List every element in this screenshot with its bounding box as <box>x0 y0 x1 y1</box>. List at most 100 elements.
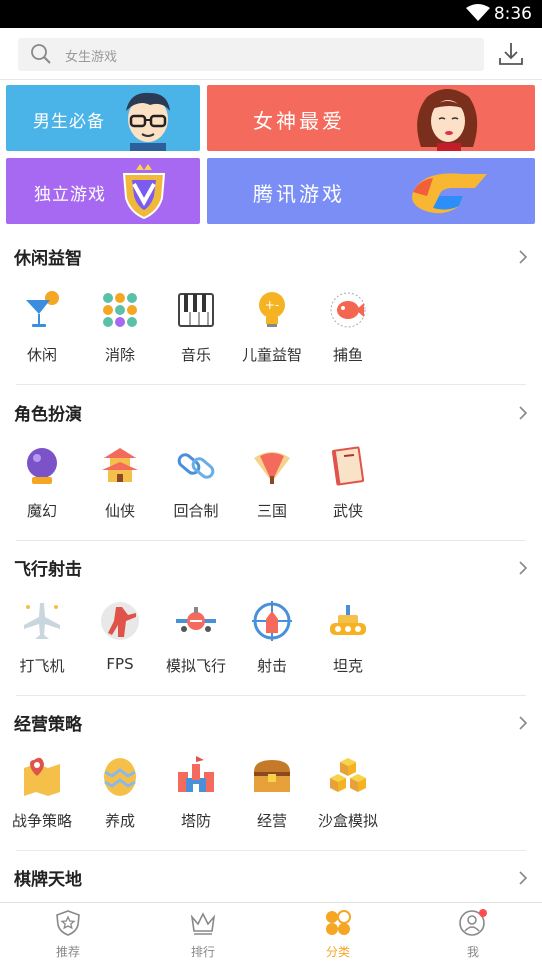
category-label: 模拟飞行 <box>165 657 226 675</box>
category-item[interactable]: 打飞机 <box>4 599 80 676</box>
paperclip-icon <box>177 453 215 479</box>
category-item[interactable]: 模拟飞行 <box>158 599 234 676</box>
category-label: 消除 <box>104 346 135 364</box>
divider <box>16 695 526 696</box>
category-item[interactable]: 沙盒模拟 <box>310 754 386 831</box>
piano-icon <box>178 293 214 327</box>
section-casual: 休闲益智 休闲 消除 音乐 +- 儿童益智 捕鱼 <box>0 244 542 388</box>
match-dots-icon <box>103 293 137 327</box>
user-icon <box>459 909 487 936</box>
category-item[interactable]: 养成 <box>82 754 158 831</box>
banner-boys[interactable]: 男生必备 <box>6 85 200 151</box>
chevron-right-icon[interactable] <box>517 404 529 422</box>
category-item[interactable]: FPS <box>82 599 158 673</box>
category-item[interactable]: 三国 <box>234 444 310 521</box>
banner-boys-label: 男生必备 <box>33 112 105 132</box>
chevron-right-icon[interactable] <box>517 248 529 266</box>
tencent-logo-icon <box>412 173 487 214</box>
cocktail-icon <box>26 291 59 327</box>
category-icon <box>326 910 351 935</box>
divider <box>16 540 526 541</box>
banner-goddess[interactable]: 女神最爱 <box>207 85 535 151</box>
category-item[interactable]: 塔防 <box>158 754 234 831</box>
search-placeholder: 女生游戏 <box>65 50 118 65</box>
divider <box>16 850 526 851</box>
fish-icon <box>330 292 366 328</box>
category-label: 仙侠 <box>104 502 135 520</box>
category-label: 战争策略 <box>11 812 72 830</box>
tab-label: 我 <box>466 945 479 959</box>
category-item[interactable]: 仙侠 <box>82 444 158 521</box>
category-label: 武侠 <box>332 502 363 520</box>
category-label: 沙盒模拟 <box>317 812 378 830</box>
banner-tencent[interactable]: 腾讯游戏 <box>207 158 535 224</box>
category-label: 坦克 <box>332 657 363 675</box>
pagoda-icon <box>102 448 138 482</box>
category-item[interactable]: 经营 <box>234 754 310 831</box>
category-item[interactable]: 武侠 <box>310 444 386 521</box>
chevron-right-icon[interactable] <box>517 869 529 887</box>
download-icon[interactable] <box>498 41 524 67</box>
plane-front-icon <box>176 607 216 632</box>
section-board-games: 棋牌天地 <box>0 865 542 901</box>
category-item[interactable]: 休闲 <box>4 288 80 365</box>
tab-category[interactable]: 分类 <box>298 909 378 960</box>
top-bar: 女生游戏 <box>0 28 542 80</box>
category-item[interactable]: 回合制 <box>158 444 234 521</box>
chevron-right-icon[interactable] <box>517 714 529 732</box>
section-rpg: 角色扮演 魔幻 仙侠 回合制 三国 武侠 <box>0 400 542 544</box>
tab-label: 排行 <box>190 945 215 959</box>
banner-tencent-label: 腾讯游戏 <box>253 182 345 206</box>
fan-icon <box>254 452 290 484</box>
girl-avatar-icon <box>417 89 478 151</box>
shield-star-icon <box>56 910 80 936</box>
castle-icon <box>178 756 214 792</box>
tab-ranking[interactable]: 排行 <box>163 909 243 960</box>
tab-recommend[interactable]: 推荐 <box>28 909 108 960</box>
category-item[interactable]: 消除 <box>82 288 158 365</box>
scroll-book-icon <box>331 446 365 486</box>
category-label: 养成 <box>104 812 135 830</box>
section-title: 经营策略 <box>14 715 82 735</box>
cubes-icon <box>330 758 366 792</box>
category-label: FPS <box>106 655 134 673</box>
status-bar: 8:36 <box>0 0 542 28</box>
category-item[interactable]: 射击 <box>234 599 310 676</box>
section-title: 休闲益智 <box>14 249 82 269</box>
search-icon <box>31 44 51 64</box>
category-item[interactable]: 捕鱼 <box>310 288 386 365</box>
boy-avatar-icon <box>126 92 170 151</box>
notification-dot <box>479 909 487 917</box>
section-title: 棋牌天地 <box>14 870 82 890</box>
divider <box>16 384 526 385</box>
category-label: 音乐 <box>180 346 211 364</box>
category-item[interactable]: 魔幻 <box>4 444 80 521</box>
banner-goddess-label: 女神最爱 <box>253 109 345 133</box>
category-label: 经营 <box>256 812 287 830</box>
category-label: 回合制 <box>173 502 219 520</box>
shield-badge-icon <box>122 164 166 220</box>
category-label: 魔幻 <box>26 502 57 520</box>
category-item[interactable]: 坦克 <box>310 599 386 676</box>
chevron-right-icon[interactable] <box>517 559 529 577</box>
crystal-ball-icon <box>27 448 57 484</box>
category-item[interactable]: 战争策略 <box>4 754 80 831</box>
category-item[interactable]: 音乐 <box>158 288 234 365</box>
section-title: 飞行射击 <box>14 560 82 580</box>
tab-label: 推荐 <box>55 945 80 959</box>
svg-text:+-: +- <box>265 298 279 312</box>
fps-soldier-icon <box>101 602 139 640</box>
treasure-chest-icon <box>254 760 290 792</box>
category-label: 打飞机 <box>19 657 65 675</box>
status-time: 8:36 <box>493 4 532 24</box>
tab-me[interactable]: 我 <box>433 909 513 960</box>
category-item[interactable]: +- 儿童益智 <box>234 288 310 365</box>
search-bar[interactable]: 女生游戏 <box>18 38 484 71</box>
banner-indie[interactable]: 独立游戏 <box>6 158 200 224</box>
category-label: 三国 <box>256 502 287 520</box>
crown-icon <box>190 912 216 935</box>
crosshair-icon <box>252 601 292 641</box>
category-label: 儿童益智 <box>241 346 302 364</box>
egg-icon <box>104 758 136 796</box>
category-label: 射击 <box>256 657 287 675</box>
